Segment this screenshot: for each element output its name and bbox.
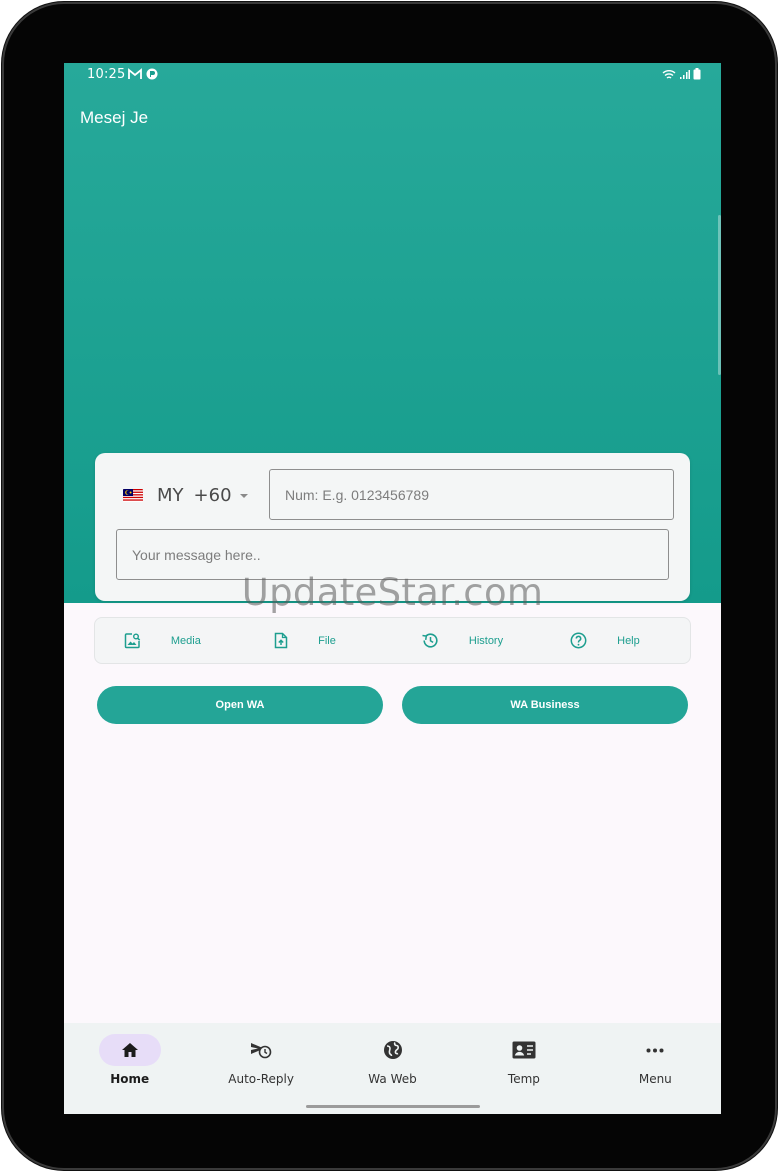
home-icon: [121, 1043, 138, 1057]
bottom-navigation: Home Auto-Reply Wa Web Temp Menu: [64, 1023, 721, 1114]
nav-label-wa-web: Wa Web: [368, 1072, 417, 1086]
media-action[interactable]: Media: [95, 618, 244, 663]
app-screen: 10:25 Mesej Je MY +60 Num: E.g. 01234567…: [64, 63, 721, 1114]
more-horizontal-icon: [646, 1048, 664, 1052]
nav-item-menu[interactable]: Menu: [590, 1023, 721, 1114]
nav-item-temp[interactable]: Temp: [458, 1023, 589, 1114]
nav-label-menu: Menu: [638, 1072, 672, 1086]
gmail-icon: [128, 68, 142, 79]
wifi-icon: [662, 69, 676, 79]
send-clock-icon: [251, 1043, 272, 1059]
status-time: 10:25: [87, 67, 126, 82]
nav-item-home[interactable]: Home: [64, 1023, 195, 1114]
nav-label-home: Home: [110, 1072, 150, 1086]
country-code: MY: [157, 485, 184, 506]
malaysia-flag-icon: [123, 489, 143, 502]
globe-icon: [383, 1041, 402, 1059]
phone-number-input[interactable]: [269, 469, 674, 520]
help-label: Help: [617, 634, 640, 647]
app-title: Mesej Je: [80, 108, 149, 127]
tablet-frame: 10:25 Mesej Je MY +60 Num: E.g. 01234567…: [2, 2, 777, 1170]
home-indicator[interactable]: [306, 1105, 480, 1108]
history-icon: [422, 633, 438, 648]
media-label: Media: [170, 634, 201, 647]
caret-down-icon: [239, 493, 248, 498]
nav-item-wa-web[interactable]: Wa Web: [327, 1023, 458, 1114]
edge-scroll-handle: [718, 215, 721, 375]
open-wa-button[interactable]: Open WA: [97, 686, 383, 724]
battery-icon: [693, 68, 701, 80]
help-circle-icon: [570, 632, 587, 649]
file-label: File: [318, 634, 336, 647]
country-picker[interactable]: MY +60: [123, 485, 248, 506]
history-action[interactable]: History: [393, 618, 542, 663]
action-row: Media File History Help: [94, 617, 691, 664]
signal-icon: [680, 69, 690, 79]
watermark: UpdateStar.com: [241, 571, 544, 614]
dial-code: +60: [193, 485, 232, 506]
nav-label-auto-reply: Auto-Reply: [228, 1072, 294, 1086]
nav-label-temp: Temp: [507, 1072, 540, 1086]
contact-card-icon: [512, 1041, 536, 1059]
wa-business-button[interactable]: WA Business: [402, 686, 688, 724]
image-search-icon: [124, 633, 141, 649]
notification-app-icon: [146, 68, 158, 80]
history-label: History: [468, 634, 504, 647]
help-action[interactable]: Help: [541, 618, 690, 663]
status-bar: 10:25: [64, 63, 721, 87]
file-upload-icon: [274, 632, 288, 649]
file-action[interactable]: File: [244, 618, 393, 663]
nav-item-auto-reply[interactable]: Auto-Reply: [195, 1023, 326, 1114]
